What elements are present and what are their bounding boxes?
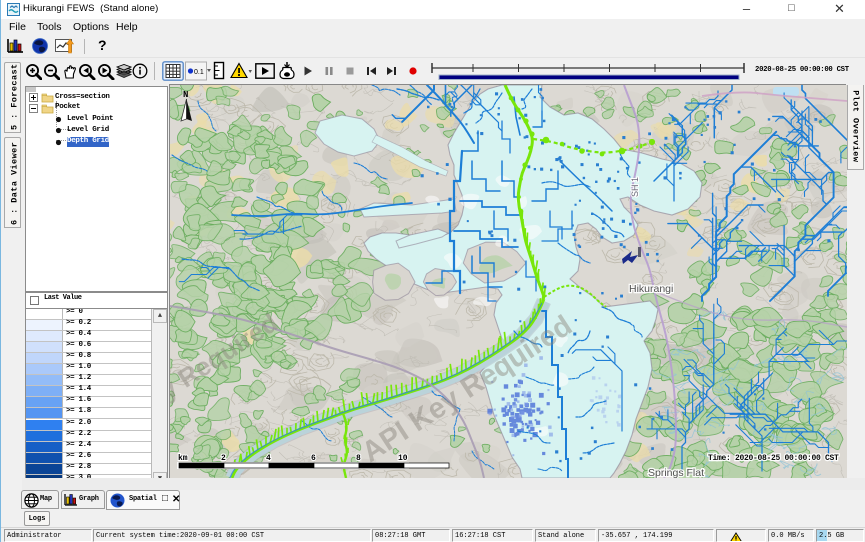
svg-text:8: 8 bbox=[356, 454, 361, 463]
svg-text:6 : Data Viewer: 6 : Data Viewer bbox=[10, 142, 20, 225]
svg-text:5 : Forecast: 5 : Forecast bbox=[10, 63, 20, 130]
svg-text:Time: 2020-08-25 00:00:00 CST: Time: 2020-08-25 00:00:00 CST bbox=[708, 454, 839, 463]
svg-text:SH 1: SH 1 bbox=[630, 177, 640, 197]
svg-text:Hikurangi: Hikurangi bbox=[629, 283, 673, 295]
svg-text:10: 10 bbox=[398, 454, 408, 463]
svg-text:2: 2 bbox=[221, 454, 226, 463]
svg-text:4: 4 bbox=[266, 454, 271, 463]
svg-text:N: N bbox=[183, 90, 188, 100]
svg-text:0.1: 0.1 bbox=[194, 69, 204, 76]
svg-text:km: km bbox=[178, 454, 188, 463]
svg-text:6: 6 bbox=[311, 454, 316, 463]
